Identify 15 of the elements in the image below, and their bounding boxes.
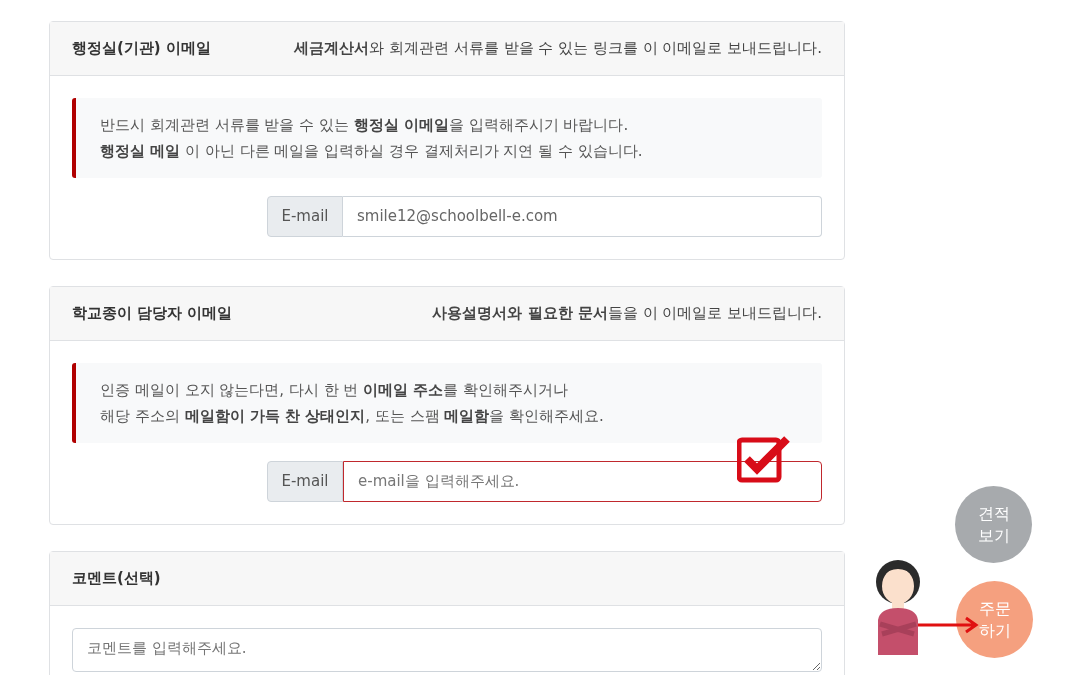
section-note: 사용설명서와 필요한 문서들을 이 이메일로 보내드립니다.: [432, 303, 822, 324]
section-title: 학교종이 담당자 이메일: [72, 303, 233, 324]
float-button[interactable]: 견적 보기: [955, 486, 1032, 563]
email-label: E-mail: [267, 196, 343, 237]
float-button[interactable]: 주문 하기: [956, 581, 1033, 658]
email-label: E-mail: [267, 461, 343, 502]
notice-callout: 반드시 회계관련 서류를 받을 수 있는 행정실 이메일을 입력해주시기 바랍니다. 행정실 메일 이 아닌 다른 메일을 입력하실 경우 결제처리가 지연 될 수 있습니다.: [72, 97, 822, 178]
section-title: 행정실(기관) 이메일: [72, 38, 211, 59]
section-note: 세금계산서와 회계관련 서류를 받을 수 있는 링크를 이 이메일로 보내드립니다.: [294, 38, 822, 59]
arrow-icon: [918, 615, 980, 635]
email-field[interactable]: smile12@schoolbell-e.com: [343, 196, 822, 237]
email-field[interactable]: e-mail을 입력해주세요.: [343, 461, 822, 502]
section-title: 코멘트(선택): [72, 568, 161, 589]
comment-field[interactable]: 코멘트를 입력해주세요.: [72, 627, 822, 672]
notice-callout: 인증 메일이 오지 않는다면, 다시 한 번 이메일 주소를 확인해주시거나 해당 주소의 메일함이 가득 찬 상태인지, 또는 스팸 메일함을 확인해주세요.: [72, 362, 822, 443]
